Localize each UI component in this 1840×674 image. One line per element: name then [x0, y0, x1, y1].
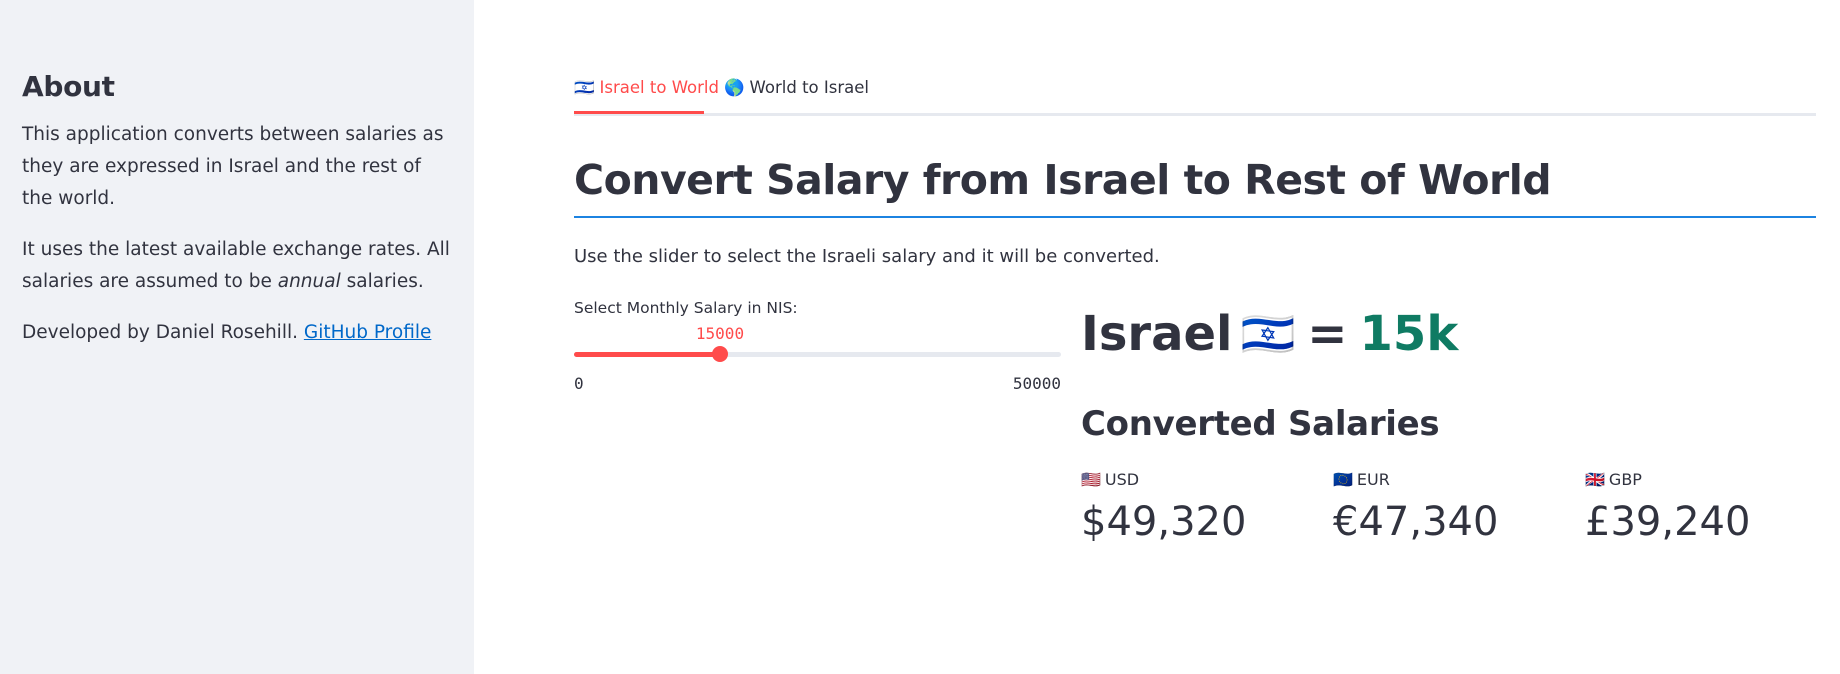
metric-value: £39,240 — [1585, 499, 1751, 545]
tab-world-to-israel[interactable]: 🌎 World to Israel — [724, 78, 869, 114]
metric-usd: 🇺🇸 USD $49,320 — [1081, 470, 1246, 545]
metric-value: €47,340 — [1333, 499, 1499, 545]
slider-fill — [574, 352, 720, 357]
slider-min-label: 0 — [574, 374, 584, 393]
exchange-note-emphasis: annual — [277, 271, 341, 292]
israel-flag-icon: 🇮🇱 — [574, 78, 595, 97]
us-flag-icon: 🇺🇸 — [1081, 470, 1101, 489]
tab-bar: 🇮🇱 Israel to World 🌎 World to Israel — [574, 72, 1816, 116]
sidebar-description: This application converts between salari… — [22, 124, 444, 209]
currency-code: USD — [1104, 470, 1140, 489]
converted-salaries-heading: Converted Salaries — [1081, 404, 1440, 444]
metric-value: $49,320 — [1081, 499, 1247, 545]
metric-label: 🇺🇸 USD — [1081, 470, 1246, 489]
result-country: Israel — [1081, 306, 1233, 362]
result-amount: 15k — [1359, 306, 1459, 362]
github-profile-link[interactable]: GitHub Profile — [304, 322, 432, 343]
uk-flag-icon: 🇬🇧 — [1585, 470, 1605, 489]
metric-gbp: 🇬🇧 GBP £39,240 — [1585, 470, 1750, 545]
salary-slider[interactable] — [574, 346, 1061, 362]
exchange-note-tail: salaries. — [340, 271, 424, 292]
instructions: Use the slider to select the Israeli sal… — [574, 246, 1160, 267]
slider-label: Select Monthly Salary in NIS: — [574, 299, 798, 317]
metric-label: 🇬🇧 GBP — [1585, 470, 1750, 489]
page-title: Convert Salary from Israel to Rest of Wo… — [574, 156, 1816, 218]
currency-code: EUR — [1356, 470, 1390, 489]
tab-israel-to-world[interactable]: 🇮🇱 Israel to World — [574, 78, 719, 114]
tab-label: Israel to World — [599, 78, 719, 97]
eu-flag-icon: 🇪🇺 — [1333, 470, 1353, 489]
result-headline: Israel 🇮🇱 = 15k — [1081, 306, 1458, 362]
slider-thumb[interactable] — [712, 346, 728, 362]
main-content: 🇮🇱 Israel to World 🌎 World to Israel Con… — [574, 0, 1818, 674]
slider-current-value: 15000 — [695, 324, 745, 343]
sidebar-heading: About — [22, 70, 115, 103]
israel-flag-icon: 🇮🇱 — [1240, 309, 1296, 360]
globe-icon: 🌎 — [724, 78, 745, 97]
metric-label: 🇪🇺 EUR — [1333, 470, 1498, 489]
credits-text: Developed by Daniel Rosehill. — [22, 322, 304, 343]
sidebar-exchange-note: It uses the latest available exchange ra… — [22, 234, 452, 298]
tab-label: World to Israel — [749, 78, 869, 97]
slider-max-label: 50000 — [1012, 374, 1061, 393]
equals-sign: = — [1307, 306, 1348, 362]
currency-code: GBP — [1608, 470, 1642, 489]
sidebar: About This application converts between … — [0, 0, 474, 674]
metric-eur: 🇪🇺 EUR €47,340 — [1333, 470, 1498, 545]
sidebar-credits: Developed by Daniel Rosehill. GitHub Pro… — [22, 317, 452, 349]
active-tab-indicator — [574, 111, 704, 114]
